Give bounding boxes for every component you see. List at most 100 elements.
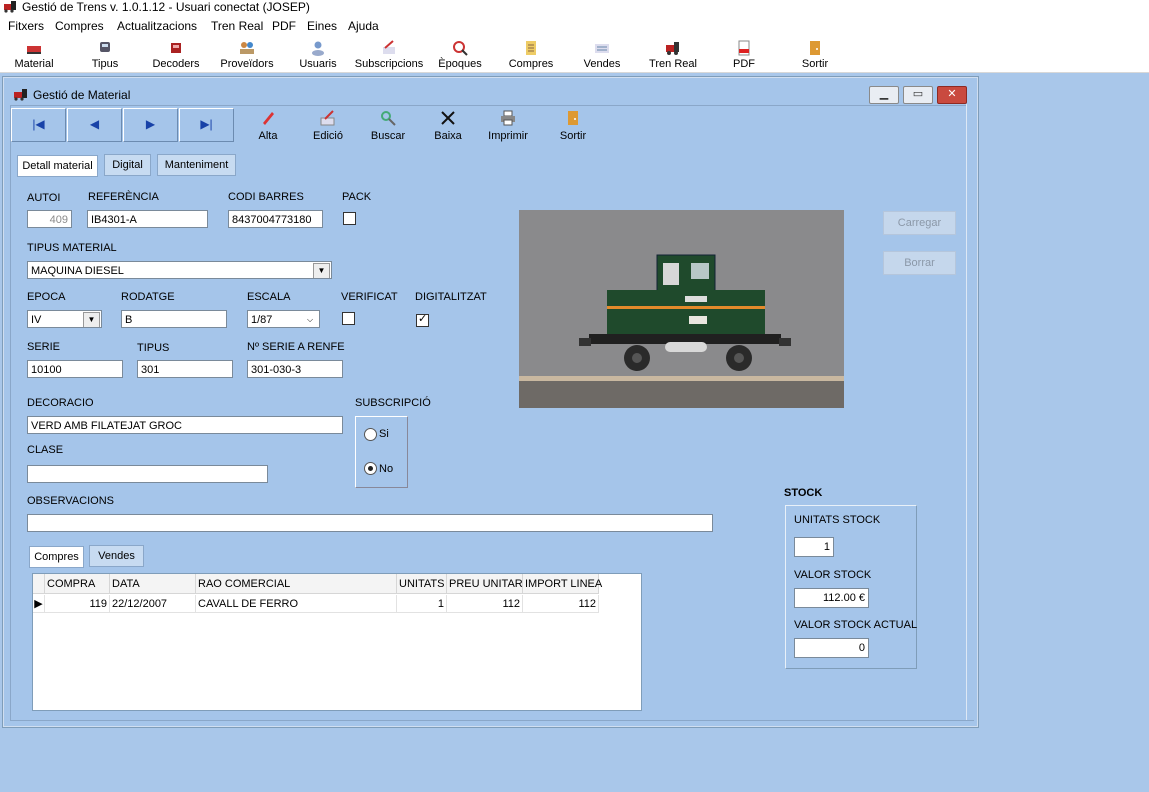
pack-checkbox[interactable] <box>343 212 356 225</box>
tab-manteniment[interactable]: Manteniment <box>157 154 236 176</box>
first-record-button[interactable]: |◀ <box>11 108 66 142</box>
toolbar-material-button[interactable]: Material <box>0 38 70 70</box>
minimize-button[interactable]: ▁ <box>869 86 899 104</box>
window-title-bar[interactable]: Gestió de Material ▁ ▭ ✕ <box>3 77 978 105</box>
menu-pdf[interactable]: PDF <box>272 19 296 33</box>
toolbar-label: Tipus <box>91 58 119 70</box>
compres-grid[interactable]: COMPRA DATA RAO COMERCIAL UNITATS PREU U… <box>32 573 642 711</box>
toolbar-compres-button[interactable]: Compres <box>495 38 567 70</box>
unitats-stock-field[interactable]: 1 <box>794 537 834 557</box>
subscripcio-no-label[interactable]: No <box>379 463 393 475</box>
toolbar-label: Compres <box>508 58 554 70</box>
autoi-label: AUTOI <box>27 192 61 204</box>
table-cell[interactable]: 22/12/2007 <box>110 595 196 613</box>
toolbar-usuaris-button[interactable]: Usuaris <box>282 38 354 70</box>
tab-compres[interactable]: Compres <box>29 546 84 568</box>
toolbar-epoques-button[interactable]: Èpoques <box>424 38 496 70</box>
observacions-field[interactable] <box>27 514 713 532</box>
sortir-button[interactable]: Sortir <box>545 110 601 142</box>
vendes-icon <box>594 40 610 56</box>
chevron-down-icon[interactable]: ⌵ <box>303 313 317 327</box>
tab-digital[interactable]: Digital <box>104 154 151 176</box>
toolbar-pdf-button[interactable]: PDF <box>708 38 780 70</box>
codi-barres-field[interactable]: 8437004773180 <box>228 210 323 228</box>
next-icon: ▶ <box>145 117 156 131</box>
imprimir-button[interactable]: Imprimir <box>480 110 536 142</box>
toolbar-tren-real-button[interactable]: Tren Real <box>637 38 709 70</box>
column-header[interactable]: PREU UNITARI <box>447 574 526 594</box>
edicio-button[interactable]: Edició <box>300 110 356 142</box>
serie-renfe-label: Nº SERIE A RENFE <box>247 341 345 353</box>
table-cell[interactable]: 119 <box>45 595 110 613</box>
toolbar-sortir-button[interactable]: Sortir <box>779 38 851 70</box>
toolbar-proveidors-button[interactable]: Proveïdors <box>211 38 283 70</box>
close-button[interactable]: ✕ <box>937 86 967 104</box>
tipus-field[interactable]: 301 <box>137 360 233 378</box>
buscar-button[interactable]: Buscar <box>360 110 416 142</box>
column-header[interactable]: IMPORT LINEA <box>523 574 602 594</box>
edit-icon <box>320 110 336 126</box>
chevron-down-icon[interactable]: ▼ <box>83 312 100 327</box>
exit-door-icon <box>565 110 581 126</box>
subscripcio-si-label[interactable]: Si <box>379 428 389 440</box>
escala-select[interactable]: 1/87 ⌵ <box>247 310 320 328</box>
decoracio-field[interactable]: VERD AMB FILATEJAT GROC <box>27 416 343 434</box>
tipus-material-value: MAQUINA DIESEL <box>31 265 124 277</box>
menu-tren-real[interactable]: Tren Real <box>211 19 263 33</box>
epoca-value: IV <box>31 314 42 326</box>
menu-compres[interactable]: Compres <box>55 19 104 33</box>
toolbar-vendes-button[interactable]: Vendes <box>566 38 638 70</box>
serie-field[interactable]: 10100 <box>27 360 123 378</box>
previous-icon: ◀ <box>89 117 100 131</box>
baixa-button[interactable]: Baixa <box>420 110 476 142</box>
rodatge-field[interactable]: B <box>121 310 227 328</box>
valor-stock-field[interactable]: 112.00 € <box>794 588 869 608</box>
last-record-button[interactable]: ▶| <box>179 108 234 142</box>
maximize-button[interactable]: ▭ <box>903 86 933 104</box>
toolbar-label: Èpoques <box>438 58 482 70</box>
menu-actualitzacions[interactable]: Actualitzacions <box>117 19 197 33</box>
clase-field[interactable] <box>27 465 268 483</box>
alta-button[interactable]: Alta <box>240 110 296 142</box>
borrar-button[interactable]: Borrar <box>883 251 956 275</box>
menu-ajuda[interactable]: Ajuda <box>348 19 379 33</box>
subscripcio-no-radio[interactable] <box>364 462 377 475</box>
usuaris-icon <box>310 40 326 56</box>
tab-detall-material[interactable]: Detall material <box>17 155 98 177</box>
next-record-button[interactable]: ▶ <box>123 108 178 142</box>
unitats-stock-label: UNITATS STOCK <box>794 514 881 526</box>
subscripcio-si-radio[interactable] <box>364 428 377 441</box>
last-icon: ▶| <box>200 117 213 131</box>
column-header[interactable]: COMPRA <box>45 574 110 594</box>
toolbar-decoders-button[interactable]: Decoders <box>140 38 212 70</box>
column-header[interactable]: DATA <box>110 574 196 594</box>
tab-vendes[interactable]: Vendes <box>89 545 144 567</box>
scrollbar[interactable] <box>966 104 975 720</box>
pencil-icon <box>260 110 276 126</box>
table-cell[interactable]: CAVALL DE FERRO <box>196 595 397 613</box>
chevron-down-icon[interactable]: ▼ <box>313 263 330 278</box>
verificat-checkbox[interactable] <box>342 312 355 325</box>
toolbar-tipus-button[interactable]: Tipus <box>69 38 141 70</box>
observacions-label: OBSERVACIONS <box>27 495 115 507</box>
table-cell[interactable]: 112 <box>447 595 523 613</box>
serie-renfe-field[interactable]: 301-030-3 <box>247 360 343 378</box>
digitalitzat-checkbox[interactable]: ✓ <box>416 313 429 327</box>
table-cell[interactable]: 1 <box>397 595 447 613</box>
buscar-label: Buscar <box>370 130 406 142</box>
toolbar-label: PDF <box>733 58 755 70</box>
baixa-label: Baixa <box>434 130 462 142</box>
referencia-field[interactable]: IB4301-A <box>87 210 208 228</box>
previous-record-button[interactable]: ◀ <box>67 108 122 142</box>
valor-stock-actual-field[interactable]: 0 <box>794 638 869 658</box>
tipus-material-select[interactable]: MAQUINA DIESEL ▼ <box>27 261 332 279</box>
table-cell[interactable]: 112 <box>523 595 599 613</box>
menu-eines[interactable]: Eines <box>307 19 337 33</box>
menu-fitxers[interactable]: Fitxers <box>8 19 44 33</box>
column-header[interactable]: UNITATS <box>397 574 447 594</box>
epoca-select[interactable]: IV ▼ <box>27 310 102 328</box>
exit-door-icon <box>807 40 823 56</box>
column-header[interactable]: RAO COMERCIAL <box>196 574 397 594</box>
toolbar-subscripcions-button[interactable]: Subscripcions <box>353 38 425 70</box>
carregar-button[interactable]: Carregar <box>883 211 956 235</box>
